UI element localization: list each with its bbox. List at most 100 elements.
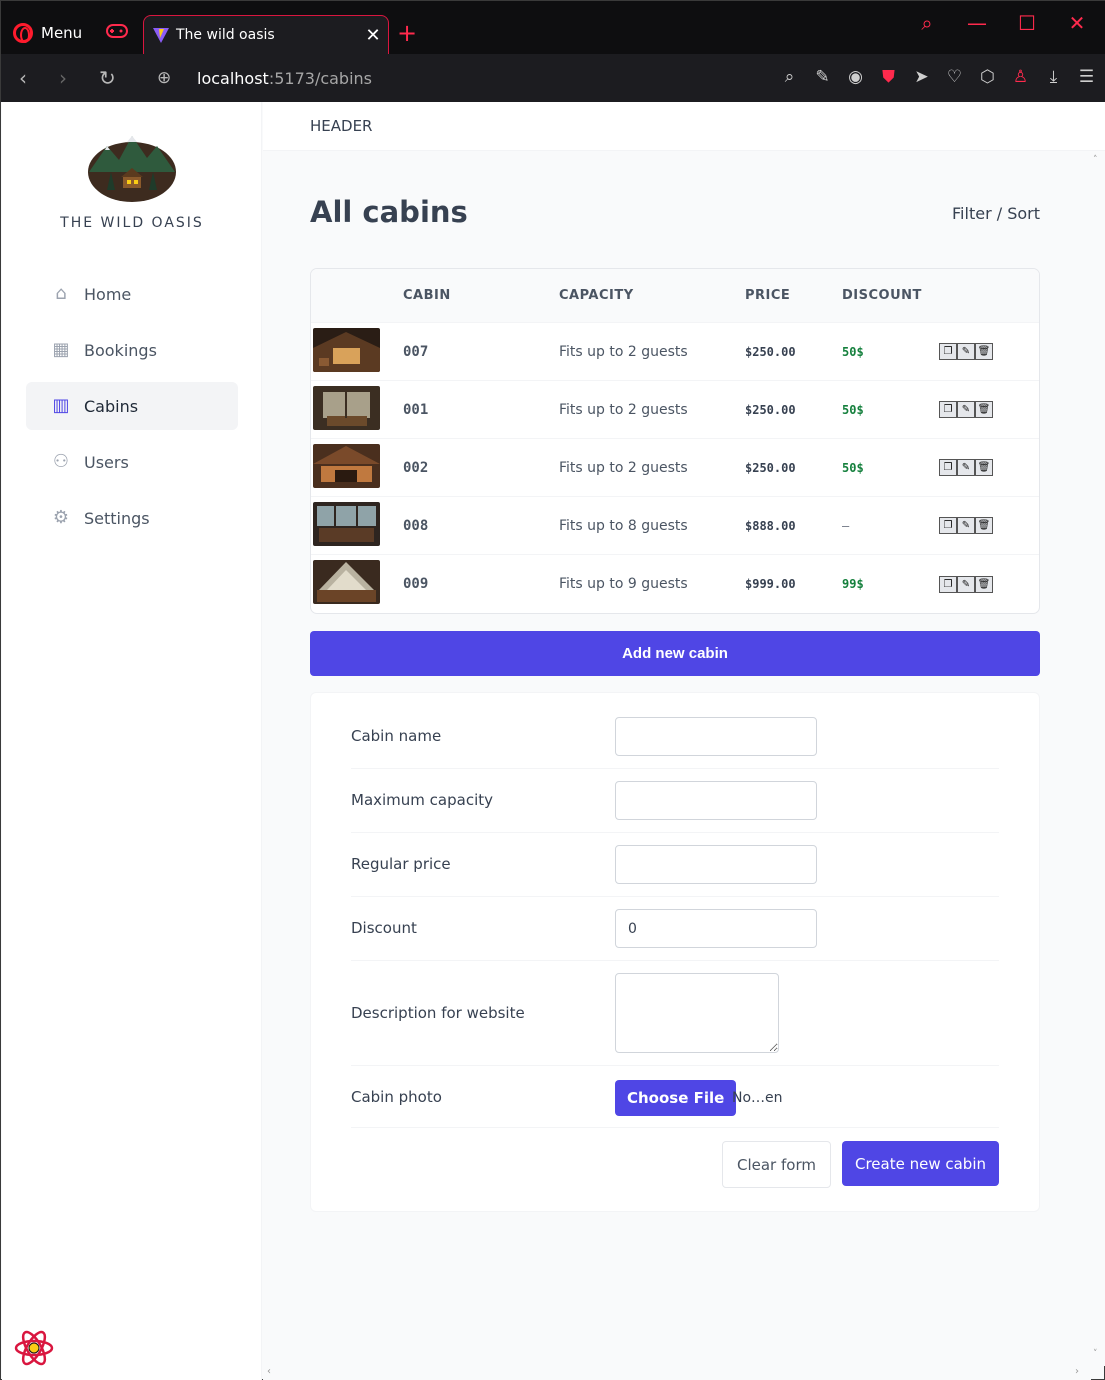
max-capacity-input[interactable] [615, 781, 817, 820]
new-tab-icon[interactable]: + [397, 19, 417, 47]
home-icon: ⌂ [55, 283, 67, 304]
maximize-icon[interactable]: ☐ [1012, 11, 1042, 35]
discount-label: Discount [351, 919, 417, 937]
heart-icon[interactable]: ♡ [945, 67, 964, 87]
cabin-discount: 50$ [842, 460, 864, 475]
download-icon[interactable]: ⤓ [1044, 67, 1063, 87]
opera-logo-icon [13, 23, 33, 43]
cabin-name-input[interactable] [615, 717, 817, 756]
cabin-discount: 50$ [842, 402, 864, 417]
edit-icon[interactable]: ✎ [957, 575, 975, 593]
horizontal-scrollbar[interactable]: ‹ › [263, 1366, 1091, 1380]
trash-icon[interactable]: 🗑 [975, 343, 993, 360]
cabin-capacity: Fits up to 2 guests [559, 343, 688, 360]
profile-icon[interactable]: ♙ [1011, 67, 1030, 87]
users-icon: ⚇ [52, 451, 70, 472]
back-icon[interactable]: ‹ [19, 66, 27, 90]
trash-icon[interactable]: 🗑 [975, 401, 993, 418]
search-icon[interactable]: ⌕ [912, 11, 942, 35]
react-devtools-icon[interactable] [14, 1328, 54, 1368]
forward-icon[interactable]: › [59, 66, 67, 90]
row-actions: ❐ ✎ 🗑 [939, 401, 993, 418]
cabin-discount: 99$ [842, 577, 864, 591]
vite-favicon-icon [153, 28, 169, 43]
cube-icon[interactable]: ⬡ [978, 67, 997, 87]
cabin-discount: 50$ [842, 344, 864, 359]
browser-menu-button[interactable]: Menu [13, 23, 82, 43]
edit-icon[interactable]: ✎ [957, 459, 975, 476]
minimize-icon[interactable]: — [962, 11, 992, 35]
scroll-up-icon[interactable]: ˄ [1093, 155, 1098, 165]
edit-icon[interactable]: ✎ [957, 517, 975, 534]
table-row: 009 Fits up to 9 guests $999.00 99$ ❐ ✎ 🗑 [311, 555, 1039, 613]
cabin-price: $888.00 [745, 518, 796, 533]
reload-icon[interactable]: ↻ [99, 66, 116, 90]
row-actions: ❐ ✎ 🗑 [939, 459, 993, 476]
send-icon[interactable]: ➤ [912, 67, 931, 87]
close-tab-icon[interactable]: ✕ [358, 25, 388, 46]
sidebar-item-label: Settings [84, 508, 150, 528]
cabin-price: $250.00 [745, 460, 796, 475]
vertical-scrollbar[interactable]: ˄ ˅ [1091, 151, 1105, 1366]
clear-form-button[interactable]: Clear form [722, 1141, 831, 1188]
add-cabin-button[interactable]: Add new cabin [310, 631, 1040, 676]
url-field[interactable]: localhost:5173/cabins [197, 69, 372, 88]
duplicate-icon[interactable]: ❐ [939, 459, 957, 476]
scroll-left-icon[interactable]: ‹ [267, 1366, 271, 1377]
edit-icon[interactable]: ✎ [957, 401, 975, 418]
sidebar-item-home[interactable]: ⌂ Home [26, 270, 238, 318]
cabin-name: 002 [403, 459, 429, 476]
create-cabin-button[interactable]: Create new cabin [842, 1141, 999, 1186]
table-row: 002 Fits up to 2 guests $250.00 50$ ❐ ✎ 🗑 [311, 439, 1039, 497]
description-textarea[interactable] [615, 973, 779, 1053]
column-header-discount: DISCOUNT [842, 288, 922, 303]
cabin-capacity: Fits up to 9 guests [559, 576, 688, 592]
duplicate-icon[interactable]: ❐ [939, 575, 957, 593]
gear-icon: ⚙ [52, 507, 70, 528]
trash-icon[interactable]: 🗑 [975, 575, 993, 593]
regular-price-input[interactable] [615, 845, 817, 884]
browser-menu-label: Menu [41, 24, 83, 42]
shield-icon[interactable]: ⛊ [879, 67, 898, 87]
browser-tab-bar: Menu The wild oasis ✕ + ⌕ — ☐ ✕ [1, 1, 1105, 54]
cabin-name: 008 [403, 517, 429, 534]
browser-toolbar: ⌕ ✎ ◉ ⛊ ➤ ♡ ⬡ ♙ ⤓ ☰ [780, 67, 1096, 87]
table-row: 007 Fits up to 2 guests $250.00 50$ ❐ ✎ 🗑 [311, 323, 1039, 381]
sidebar-item-bookings[interactable]: ▦ Bookings [26, 326, 238, 374]
scroll-down-icon[interactable]: ˅ [1093, 1349, 1098, 1359]
choose-file-button[interactable]: Choose File [615, 1080, 737, 1116]
edit-icon[interactable]: ✎ [813, 67, 832, 87]
sidebar-item-label: Bookings [84, 340, 157, 360]
sidebar-item-settings[interactable]: ⚙ Settings [26, 494, 238, 542]
trash-icon[interactable]: 🗑 [975, 517, 993, 534]
column-header-cabin: CABIN [403, 288, 451, 303]
edit-icon[interactable]: ✎ [957, 343, 975, 360]
browser-tab-active[interactable]: The wild oasis ✕ [143, 15, 389, 54]
row-actions: ❐ ✎ 🗑 [939, 575, 993, 593]
cabin-capacity: Fits up to 8 guests [559, 517, 688, 534]
close-window-icon[interactable]: ✕ [1062, 11, 1092, 35]
sidebar-item-cabins[interactable]: ▥ Cabins [26, 382, 238, 430]
sidebar-item-users[interactable]: ⚇ Users [26, 438, 238, 486]
gamepad-icon[interactable] [106, 23, 128, 39]
window-controls: ⌕ — ☐ ✕ [912, 11, 1105, 35]
building-icon: ▥ [52, 395, 70, 416]
discount-input[interactable] [615, 909, 817, 948]
cabin-image [313, 327, 380, 372]
main-nav: ⌂ Home ▦ Bookings ▥ Cabins ⚇ Users ⚙ Set… [26, 270, 238, 550]
form-row-regular-price: Regular price [351, 833, 999, 897]
camera-icon[interactable]: ◉ [846, 67, 865, 87]
url-host: localhost [197, 69, 269, 88]
scroll-right-icon[interactable]: › [1075, 1366, 1079, 1377]
duplicate-icon[interactable]: ❐ [939, 517, 957, 534]
duplicate-icon[interactable]: ❐ [939, 343, 957, 360]
cabin-discount: — [842, 518, 850, 533]
column-header-price: PRICE [745, 288, 791, 303]
cabin-price: $250.00 [745, 402, 796, 417]
easy-setup-icon[interactable]: ☰ [1077, 67, 1096, 87]
lens-search-icon[interactable]: ⌕ [780, 67, 799, 87]
duplicate-icon[interactable]: ❐ [939, 401, 957, 418]
trash-icon[interactable]: 🗑 [975, 459, 993, 476]
cabin-price: $250.00 [745, 344, 796, 359]
cabin-capacity: Fits up to 2 guests [559, 459, 688, 476]
